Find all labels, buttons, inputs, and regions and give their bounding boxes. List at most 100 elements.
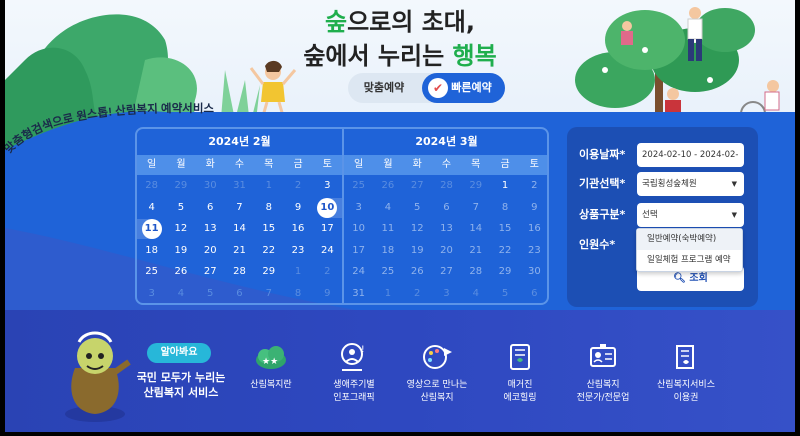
calendar-day[interactable]: 8 — [490, 197, 519, 219]
calendar-day[interactable]: 29 — [461, 175, 490, 197]
calendar-day[interactable]: 18 — [373, 240, 402, 262]
calendar-day[interactable]: 12 — [166, 218, 195, 240]
calendar-day[interactable]: 9 — [520, 197, 547, 219]
calendar-day[interactable]: 2 — [403, 283, 432, 304]
calendar-day[interactable]: 27 — [432, 261, 461, 283]
calendar-day[interactable]: 25 — [137, 261, 166, 283]
calendar-day[interactable]: 21 — [225, 240, 254, 262]
date-range-input[interactable]: 2024-02-10 - 2024-02-11 — [637, 143, 744, 184]
calendar-day[interactable]: 25 — [344, 175, 373, 197]
calendar-day[interactable]: 27 — [403, 175, 432, 197]
calendar-day[interactable]: 5 — [490, 283, 519, 304]
calendar-day[interactable]: 19 — [166, 240, 195, 262]
calendar-day[interactable]: 23 — [520, 240, 547, 262]
calendar-day[interactable]: 24 — [344, 261, 373, 283]
calendar-day[interactable]: 6 — [225, 283, 254, 304]
calendar-day[interactable]: 4 — [137, 197, 166, 219]
calendar-day[interactable]: 8 — [254, 197, 283, 219]
calendar-day[interactable]: 6 — [520, 283, 547, 304]
calendar-day[interactable]: 26 — [403, 261, 432, 283]
calendar-day[interactable]: 7 — [225, 197, 254, 219]
calendar-day[interactable]: 18 — [137, 240, 166, 262]
calendar-day[interactable]: 11 — [373, 218, 402, 240]
calendar-day[interactable]: 1 — [490, 175, 519, 197]
facility-select[interactable]: 국립횡성숲체원 ▼ — [637, 172, 744, 196]
calendar-day[interactable]: 5 — [403, 197, 432, 219]
calendar-day[interactable]: 6 — [196, 197, 225, 219]
calendar-day[interactable]: 12 — [403, 218, 432, 240]
calendar-day[interactable]: 17 — [313, 218, 342, 240]
product-option-stay[interactable]: 일반예약(숙박예약) — [637, 229, 742, 250]
calendar-day[interactable]: 31 — [225, 175, 254, 197]
calendar-day[interactable]: 13 — [432, 218, 461, 240]
calendar-day[interactable]: 14 — [461, 218, 490, 240]
notice-text[interactable]: 국민 모두가 누리는 산림복지 서비스 — [131, 370, 231, 400]
calendar-day[interactable]: 23 — [283, 240, 312, 262]
calendar-day[interactable]: 24 — [313, 240, 342, 262]
calendar-day[interactable]: 28 — [461, 261, 490, 283]
calendar-day[interactable]: 26 — [166, 261, 195, 283]
calendar-day[interactable]: 2 — [520, 175, 547, 197]
calendar-day[interactable]: 30 — [196, 175, 225, 197]
calendar-day[interactable]: 14 — [225, 218, 254, 240]
calendar-day[interactable]: 7 — [461, 197, 490, 219]
nav-experts[interactable]: 산림복지 전문가/전문업 — [558, 342, 648, 422]
calendar-day[interactable]: 28 — [137, 175, 166, 197]
calendar-day[interactable]: 29 — [254, 261, 283, 283]
calendar-day[interactable]: 15 — [490, 218, 519, 240]
calendar-day[interactable]: 2 — [313, 261, 342, 283]
nav-video-welfare[interactable]: 영상으로 만나는 산림복지 — [392, 342, 482, 422]
calendar-day[interactable]: 5 — [196, 283, 225, 304]
calendar-day[interactable]: 28 — [432, 175, 461, 197]
fast-reservation-button[interactable]: ✔ 빠른예약 — [422, 73, 505, 103]
calendar-day[interactable]: 1 — [254, 175, 283, 197]
calendar-day[interactable]: 6 — [432, 197, 461, 219]
calendar-day[interactable]: 1 — [373, 283, 402, 304]
calendar-day[interactable]: 21 — [461, 240, 490, 262]
nav-lifecycle-infographic[interactable]: ! 생애주기별 인포그래픽 — [309, 342, 399, 422]
calendar-day[interactable]: 29 — [490, 261, 519, 283]
calendar-day[interactable]: 3 — [344, 197, 373, 219]
calendar-day[interactable]: 13 — [196, 218, 225, 240]
calendar-day[interactable]: 3 — [432, 283, 461, 304]
custom-reservation-button[interactable]: 맞춤예약 — [348, 73, 420, 103]
calendar-day[interactable]: 22 — [254, 240, 283, 262]
calendar-day[interactable]: 1 — [283, 261, 312, 283]
calendar-day-selected[interactable]: 11 — [137, 218, 166, 240]
calendar-day[interactable]: 2 — [283, 175, 312, 197]
calendar-day[interactable]: 20 — [432, 240, 461, 262]
calendar-day[interactable]: 4 — [461, 283, 490, 304]
calendar-day[interactable]: 26 — [373, 175, 402, 197]
calendar-day[interactable]: 31 — [344, 283, 373, 304]
calendar-day[interactable]: 7 — [254, 283, 283, 304]
calendar-day[interactable]: 20 — [196, 240, 225, 262]
calendar-day[interactable]: 8 — [283, 283, 312, 304]
calendar-day[interactable]: 9 — [283, 197, 312, 219]
nav-magazine[interactable]: 매거진 에코힐링 — [475, 342, 565, 422]
nav-forest-welfare[interactable]: ★★ 산림복지란 — [226, 342, 316, 422]
calendar-day[interactable]: 25 — [373, 261, 402, 283]
calendar-day[interactable]: 5 — [166, 197, 195, 219]
calendar-day[interactable]: 28 — [225, 261, 254, 283]
notice-badge[interactable]: 알아봐요 — [147, 343, 211, 363]
calendar-day[interactable]: 17 — [344, 240, 373, 262]
calendar-day[interactable]: 9 — [313, 283, 342, 304]
calendar-day[interactable]: 29 — [166, 175, 195, 197]
calendar-day[interactable]: 22 — [490, 240, 519, 262]
calendar-day[interactable]: 10 — [344, 218, 373, 240]
calendar-day[interactable]: 16 — [283, 218, 312, 240]
calendar-day[interactable]: 19 — [403, 240, 432, 262]
calendar-day[interactable]: 3 — [137, 283, 166, 304]
nav-voucher[interactable]: 산림복지서비스 이용권 — [641, 342, 731, 422]
calendar-day[interactable]: 15 — [254, 218, 283, 240]
calendar-day-selected[interactable]: 10 — [313, 197, 343, 219]
calendar-day[interactable]: 16 — [520, 218, 547, 240]
calendar-day[interactable]: 4 — [166, 283, 195, 304]
product-select[interactable]: 선택 ▼ — [637, 203, 744, 227]
calendar-day[interactable]: 30 — [520, 261, 547, 283]
calendar-day[interactable]: 27 — [196, 261, 225, 283]
calendar-day[interactable]: 3 — [313, 175, 342, 197]
calendar-day[interactable]: 4 — [373, 197, 402, 219]
calendar-month-title: 2024년 2월 — [208, 135, 271, 148]
product-option-daytrip[interactable]: 일일체험 프로그램 예약 — [637, 250, 742, 271]
